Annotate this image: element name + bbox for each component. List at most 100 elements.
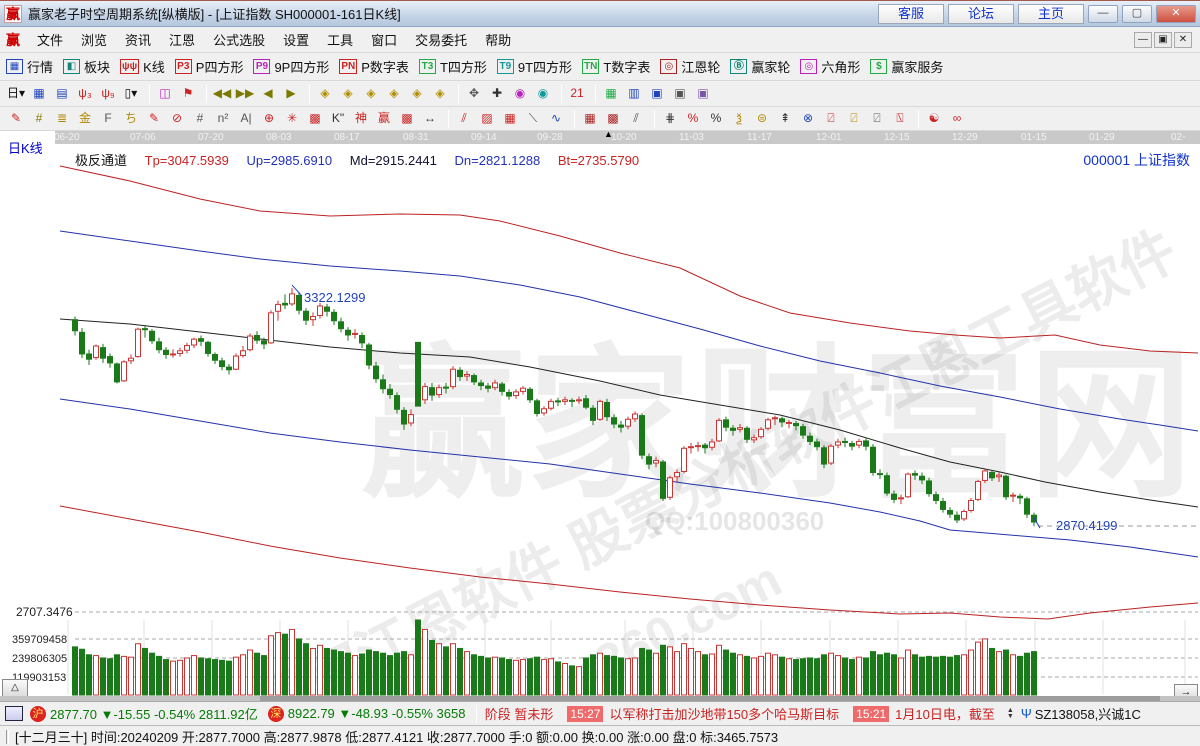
forum-button[interactable]: 论坛 <box>948 4 1014 24</box>
tool-icon[interactable]: ↔ <box>420 110 440 128</box>
tool-icon[interactable]: 21 <box>567 85 587 103</box>
tool-icon[interactable]: ◈ <box>407 85 427 103</box>
tool-icon[interactable]: ▦ <box>601 85 621 103</box>
tool-icon[interactable]: ▦ <box>29 85 49 103</box>
tool-icon[interactable]: ◀◀ <box>212 85 232 103</box>
tool-icon[interactable]: K" <box>328 110 348 128</box>
news-scroll-spinner[interactable]: ▲▼ <box>1007 708 1014 720</box>
tool-icon[interactable]: ψ₉ <box>98 85 118 103</box>
menu-资讯[interactable]: 资讯 <box>116 30 160 51</box>
shanghai-index-quote[interactable]: 2877.70 ▼-15.55 -0.54% 2811.92亿 <box>50 704 258 723</box>
customer-service-button[interactable]: 客服 <box>878 4 944 24</box>
toolbar-button-9T四方形[interactable]: T99T四方形 <box>497 57 572 76</box>
tool-icon[interactable]: 神 <box>351 110 371 128</box>
tool-icon[interactable]: ◀ <box>258 85 278 103</box>
tool-icon[interactable]: ⊗ <box>798 110 818 128</box>
toolbar-button-六角形[interactable]: ◎六角形 <box>800 57 860 76</box>
menu-公式选股[interactable]: 公式选股 <box>204 30 274 51</box>
tool-icon[interactable]: ⊕ <box>259 110 279 128</box>
menu-浏览[interactable]: 浏览 <box>72 30 116 51</box>
tool-icon[interactable]: ◈ <box>430 85 450 103</box>
tool-icon[interactable]: ◈ <box>384 85 404 103</box>
tool-icon[interactable]: ▦ <box>500 110 520 128</box>
mdi-close-button[interactable]: ✕ <box>1174 32 1192 48</box>
candlestick-chart[interactable]: 2707.34763597094582398063051199031533322… <box>0 131 1200 701</box>
tool-icon[interactable]: ⋕ <box>660 110 680 128</box>
quote-table-icon[interactable] <box>5 706 23 721</box>
tool-icon[interactable]: ⍁ <box>867 110 887 128</box>
toolbar-button-T四方形[interactable]: T3T四方形 <box>419 57 487 76</box>
tool-icon[interactable]: 日▾ <box>6 85 26 103</box>
tool-icon[interactable]: ⚑ <box>178 85 198 103</box>
tool-icon[interactable]: ▣ <box>693 85 713 103</box>
toolbar-button-P数字表[interactable]: PNP数字表 <box>339 57 409 76</box>
tool-icon[interactable]: n² <box>213 110 233 128</box>
tool-icon[interactable]: ▩ <box>397 110 417 128</box>
tool-icon[interactable]: ѯ <box>729 110 749 128</box>
toolbar-button-K线[interactable]: ψψK线 <box>120 57 165 76</box>
ticker-stock-ref[interactable]: SZ138058,兴诚1C <box>1035 704 1141 723</box>
menu-工具[interactable]: 工具 <box>318 30 362 51</box>
tool-icon[interactable]: ◫ <box>155 85 175 103</box>
homepage-button[interactable]: 主页 <box>1018 4 1084 24</box>
tool-icon[interactable]: ◉ <box>533 85 553 103</box>
tool-icon[interactable]: ⊜ <box>752 110 772 128</box>
tool-icon[interactable]: ⍁ <box>844 110 864 128</box>
shenzhen-index-quote[interactable]: 8922.79 ▼-48.93 -0.55% 3658.27 <box>288 706 466 721</box>
tool-icon[interactable]: ▯▾ <box>121 85 141 103</box>
tool-icon[interactable]: % <box>706 110 726 128</box>
toolbar-button-T数字表[interactable]: TNT数字表 <box>582 57 650 76</box>
tool-icon[interactable]: ▶ <box>281 85 301 103</box>
toolbar-button-板块[interactable]: ◧板块 <box>63 57 110 76</box>
tool-icon[interactable]: # <box>190 110 210 128</box>
tool-icon[interactable]: ▣ <box>647 85 667 103</box>
menu-设置[interactable]: 设置 <box>274 30 318 51</box>
tool-icon[interactable]: % <box>683 110 703 128</box>
tool-icon[interactable]: ⇞ <box>775 110 795 128</box>
tool-icon[interactable]: ⍂ <box>890 110 910 128</box>
tool-icon[interactable]: ≣ <box>52 110 72 128</box>
tool-icon[interactable]: ✎ <box>6 110 26 128</box>
tool-icon[interactable]: ✥ <box>464 85 484 103</box>
tool-icon[interactable]: 赢 <box>374 110 394 128</box>
tool-icon[interactable]: ⊘ <box>167 110 187 128</box>
tool-icon[interactable]: ◈ <box>338 85 358 103</box>
news-headline-2[interactable]: 1月10日电，截至 <box>895 704 995 723</box>
scroll-left-button[interactable]: △ <box>2 679 28 697</box>
tool-icon[interactable]: F <box>98 110 118 128</box>
tool-icon[interactable]: A| <box>236 110 256 128</box>
tool-icon[interactable]: ▩ <box>305 110 325 128</box>
maximize-button[interactable]: ▢ <box>1122 5 1152 23</box>
tool-icon[interactable]: ✎ <box>144 110 164 128</box>
menu-帮助[interactable]: 帮助 <box>476 30 520 51</box>
news-headline-1[interactable]: 以军称打击加沙地带150多个哈马斯目标 <box>609 704 839 723</box>
tool-icon[interactable]: 金 <box>75 110 95 128</box>
tool-icon[interactable]: ◈ <box>361 85 381 103</box>
toolbar-button-行情[interactable]: ▦行情 <box>6 57 53 76</box>
tool-icon[interactable]: ⫽ <box>454 110 474 128</box>
tool-icon[interactable]: ⟍ <box>523 110 543 128</box>
mdi-minimize-button[interactable]: — <box>1134 32 1152 48</box>
tool-icon[interactable]: ち <box>121 110 141 128</box>
tool-icon[interactable]: ◈ <box>315 85 335 103</box>
menu-文件[interactable]: 文件 <box>28 30 72 51</box>
tool-icon[interactable]: # <box>29 110 49 128</box>
tool-icon[interactable]: ☯ <box>924 110 944 128</box>
tool-icon[interactable]: ▤ <box>52 85 72 103</box>
tool-icon[interactable]: ✳ <box>282 110 302 128</box>
menu-交易委托[interactable]: 交易委托 <box>406 30 476 51</box>
toolbar-button-9P四方形[interactable]: P99P四方形 <box>253 57 329 76</box>
tool-icon[interactable]: ψ₃ <box>75 85 95 103</box>
tool-icon[interactable]: ▥ <box>624 85 644 103</box>
tool-icon[interactable]: ∿ <box>546 110 566 128</box>
tool-icon[interactable]: ▨ <box>477 110 497 128</box>
menu-江恩[interactable]: 江恩 <box>160 30 204 51</box>
tool-icon[interactable]: ▣ <box>670 85 690 103</box>
minimize-button[interactable]: — <box>1088 5 1118 23</box>
toolbar-button-赢家服务[interactable]: $赢家服务 <box>870 57 943 76</box>
tool-icon[interactable]: ⍁ <box>821 110 841 128</box>
tool-icon[interactable]: ⫽ <box>626 110 646 128</box>
close-button[interactable]: ✕ <box>1156 5 1196 23</box>
toolbar-button-P四方形[interactable]: P3P四方形 <box>175 57 244 76</box>
toolbar-button-赢家轮[interactable]: Ⓑ赢家轮 <box>730 57 790 76</box>
